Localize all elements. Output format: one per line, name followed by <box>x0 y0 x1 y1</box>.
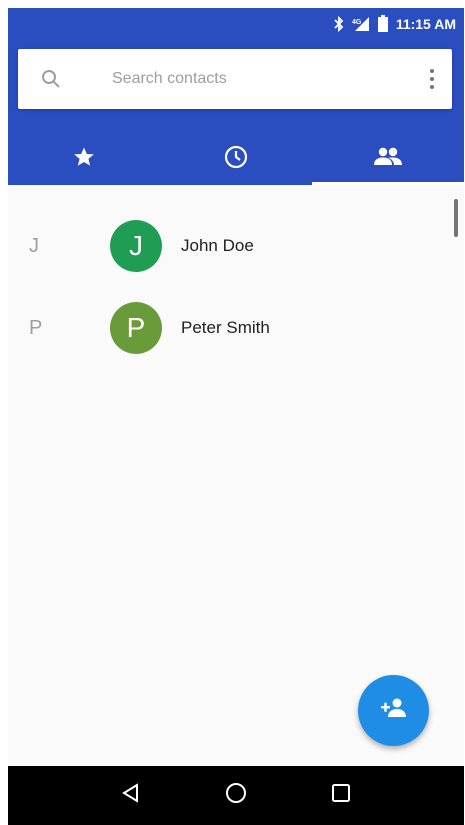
status-bar: 4G 11:15 AM <box>8 8 464 39</box>
contact-row-peter-smith[interactable]: P P Peter Smith <box>8 287 448 369</box>
tab-contacts[interactable] <box>312 134 464 185</box>
contact-name: John Doe <box>181 236 254 255</box>
tab-bar <box>8 134 464 185</box>
more-options-icon[interactable] <box>424 63 440 95</box>
avatar: P <box>110 302 162 354</box>
section-letter: J <box>29 235 39 257</box>
back-icon <box>120 782 142 809</box>
navigation-bar <box>8 766 464 825</box>
signal-icon: 4G <box>352 16 370 32</box>
add-contact-button[interactable] <box>358 675 429 746</box>
tab-favorites[interactable] <box>8 134 160 185</box>
star-icon <box>72 145 96 174</box>
status-time: 11:15 AM <box>395 15 456 32</box>
back-button[interactable] <box>111 776 151 816</box>
search-input[interactable]: Search contacts <box>112 49 227 109</box>
search-bar[interactable]: Search contacts <box>18 49 452 109</box>
recents-icon <box>331 783 351 808</box>
avatar: J <box>110 220 162 272</box>
add-contact-icon <box>379 697 409 724</box>
overview-button[interactable] <box>321 776 361 816</box>
status-icons: 4G 11:15 AM <box>334 8 456 39</box>
contact-row-john-doe[interactable]: J J John Doe <box>8 205 448 287</box>
bluetooth-icon <box>334 15 344 32</box>
phone-screen: 4G 11:15 AM Search contacts J J John Doe… <box>8 8 464 825</box>
contact-name: Peter Smith <box>181 318 270 337</box>
tab-recents[interactable] <box>160 134 312 185</box>
people-icon <box>373 146 403 173</box>
svg-text:4G: 4G <box>352 19 362 26</box>
clock-icon <box>223 144 249 175</box>
section-letter: P <box>29 317 43 339</box>
app-bar: Search contacts <box>8 39 464 185</box>
home-button[interactable] <box>216 776 256 816</box>
search-icon[interactable] <box>40 68 62 95</box>
scrollbar[interactable] <box>454 199 458 237</box>
home-icon <box>224 781 248 810</box>
battery-icon <box>377 15 388 32</box>
